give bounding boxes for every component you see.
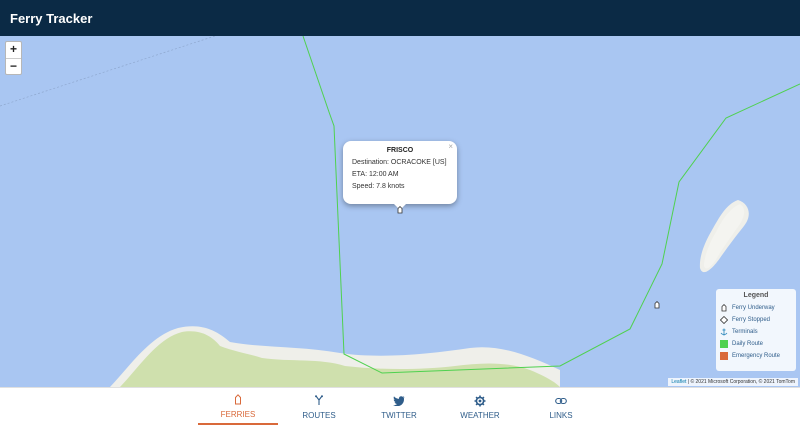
legend-label: Ferry Stopped	[732, 317, 771, 323]
ferry-marker[interactable]	[654, 301, 660, 309]
twitter-icon	[393, 394, 405, 408]
boundary-line	[0, 36, 216, 107]
legend-item-ferry-stopped: Ferry Stopped	[720, 314, 792, 326]
legend-label: Ferry Underway	[732, 305, 775, 311]
popup-destination: Destination: OCRACOKE [US]	[352, 159, 447, 166]
popup-speed: Speed: 7.8 knots	[352, 183, 405, 190]
bottom-tab-bar: FERRIES ROUTES TWITTER WEATHER LINKS	[0, 387, 800, 426]
zoom-out-button[interactable]: −	[6, 58, 21, 74]
tab-links[interactable]: LINKS	[521, 388, 601, 425]
tab-weather[interactable]: WEATHER	[440, 388, 520, 425]
ferry-icon	[720, 304, 728, 312]
ferry-marker-frisco[interactable]	[397, 206, 403, 214]
legend-item-ferry-underway: Ferry Underway	[720, 302, 792, 314]
daily-route-swatch	[720, 340, 728, 348]
ferry-popup: × FRISCO Destination: OCRACOKE [US] ETA:…	[343, 141, 457, 210]
emergency-route-swatch	[720, 352, 728, 360]
zoom-in-button[interactable]: +	[6, 42, 21, 58]
routes-icon	[314, 394, 324, 408]
legend: Legend Ferry Underway Ferry Stopped Term…	[716, 289, 796, 371]
tab-label: ROUTES	[302, 410, 336, 420]
anchor-icon	[720, 328, 728, 336]
map-view[interactable]: + − × FRISCO Destination: OCRACOKE [US] …	[0, 36, 800, 387]
popup-eta: ETA: 12:00 AM	[352, 171, 399, 178]
ferry-icon	[234, 393, 242, 407]
leaflet-link[interactable]: Leaflet	[671, 379, 686, 385]
attribution-text: | © 2021 Microsoft Corporation, © 2021 T…	[686, 379, 795, 385]
diamond-icon	[720, 316, 728, 324]
tab-twitter[interactable]: TWITTER	[359, 388, 439, 425]
legend-label: Emergency Route	[732, 353, 781, 359]
link-icon	[555, 394, 567, 408]
tab-ferries[interactable]: FERRIES	[198, 388, 278, 425]
legend-title: Legend	[743, 292, 769, 299]
app-header: Ferry Tracker	[0, 0, 800, 36]
legend-label: Daily Route	[732, 341, 764, 347]
gear-icon	[474, 394, 486, 408]
tab-routes[interactable]: ROUTES	[279, 388, 359, 425]
zoom-control: + −	[5, 41, 22, 75]
tab-label: LINKS	[549, 410, 573, 420]
legend-label: Terminals	[732, 329, 758, 335]
popup-title: FRISCO	[386, 147, 414, 154]
popup-close-button[interactable]: ×	[448, 142, 453, 151]
tab-label: TWITTER	[381, 410, 417, 420]
tab-label: WEATHER	[460, 410, 500, 420]
legend-item-terminals: Terminals	[720, 326, 792, 338]
legend-item-daily-route: Daily Route	[720, 338, 792, 350]
map-attribution: Leaflet | © 2021 Microsoft Corporation, …	[668, 378, 798, 386]
tab-label: FERRIES	[220, 409, 256, 419]
app-title: Ferry Tracker	[10, 10, 93, 26]
legend-item-emergency-route: Emergency Route	[720, 350, 792, 362]
